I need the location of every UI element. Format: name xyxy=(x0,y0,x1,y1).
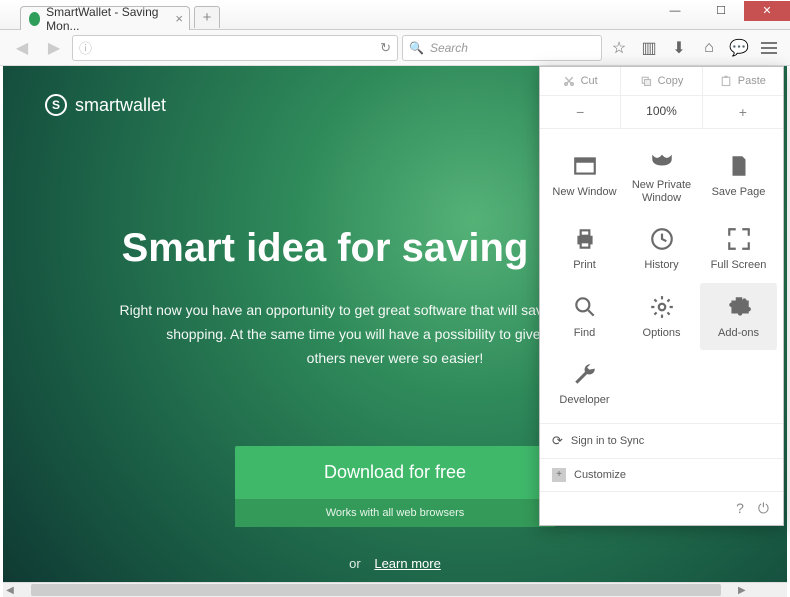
chat-icon[interactable]: 💬 xyxy=(726,35,752,61)
wrench-icon xyxy=(571,360,599,388)
gear-icon xyxy=(648,293,676,321)
addons-item[interactable]: Add-ons xyxy=(700,283,777,350)
customize-row[interactable]: + Customize xyxy=(540,458,783,491)
url-bar[interactable]: ⓘ ↻ xyxy=(72,35,398,61)
history-icon xyxy=(648,225,676,253)
zoom-out-button[interactable]: − xyxy=(540,96,621,128)
zoom-in-button[interactable]: + xyxy=(703,96,783,128)
find-item[interactable]: Find xyxy=(546,283,623,350)
reading-list-icon[interactable]: ▥ xyxy=(636,35,662,61)
puzzle-icon xyxy=(725,293,753,321)
fullscreen-item[interactable]: Full Screen xyxy=(700,215,777,282)
learn-more-link[interactable]: Learn more xyxy=(374,556,440,571)
site-logo: S smartwallet xyxy=(45,94,166,116)
search-bar[interactable]: 🔍 Search xyxy=(402,35,602,61)
paste-icon xyxy=(720,75,732,87)
save-page-item[interactable]: Save Page xyxy=(700,135,777,215)
print-item[interactable]: Print xyxy=(546,215,623,282)
menu-button[interactable] xyxy=(756,35,782,61)
menu-footer: ? ⏻ xyxy=(540,491,783,525)
scroll-thumb[interactable] xyxy=(31,584,721,596)
zoom-controls: − 100% + xyxy=(540,96,783,129)
window-minimize[interactable]: — xyxy=(652,1,698,21)
developer-item[interactable]: Developer xyxy=(546,350,623,417)
back-button[interactable]: ◀ xyxy=(8,34,36,62)
scroll-right-icon[interactable]: ▶ xyxy=(735,585,749,596)
tab-close-icon[interactable]: × xyxy=(175,11,183,26)
window-icon xyxy=(571,152,599,180)
cut-icon xyxy=(563,75,575,87)
edit-controls: Cut Copy Paste xyxy=(540,67,783,96)
horizontal-scrollbar[interactable]: ◀ ▶ xyxy=(3,582,787,597)
window-maximize[interactable]: ☐ xyxy=(698,1,744,21)
mask-icon xyxy=(648,145,676,173)
tab-favicon xyxy=(29,12,40,26)
browser-tab[interactable]: SmartWallet - Saving Mon... × xyxy=(20,6,190,30)
new-private-item[interactable]: New Private Window xyxy=(623,135,700,215)
copy-icon xyxy=(640,75,652,87)
fullscreen-icon xyxy=(725,225,753,253)
copy-button[interactable]: Copy xyxy=(621,67,702,95)
cut-button[interactable]: Cut xyxy=(540,67,621,95)
bookmark-star-icon[interactable]: ☆ xyxy=(606,35,632,61)
paste-button[interactable]: Paste xyxy=(703,67,783,95)
sign-in-sync[interactable]: ⟳ Sign in to Sync xyxy=(540,423,783,458)
window-close[interactable]: ✕ xyxy=(744,1,790,21)
cta-block: Download for free Works with all web bro… xyxy=(235,446,555,527)
print-icon xyxy=(571,225,599,253)
new-tab-button[interactable]: + xyxy=(194,6,220,28)
page-icon xyxy=(725,152,753,180)
home-icon[interactable]: ⌂ xyxy=(696,35,722,61)
power-icon[interactable]: ⏻ xyxy=(758,500,769,517)
tab-title: SmartWallet - Saving Mon... xyxy=(46,5,165,33)
logo-mark-icon: S xyxy=(45,94,67,116)
or-line: or Learn more xyxy=(3,556,787,571)
search-placeholder: Search xyxy=(430,41,468,55)
customize-icon: + xyxy=(552,468,566,482)
scroll-left-icon[interactable]: ◀ xyxy=(3,585,17,596)
download-note: Works with all web browsers xyxy=(235,499,555,527)
reload-icon[interactable]: ↻ xyxy=(380,40,391,56)
history-item[interactable]: History xyxy=(623,215,700,282)
sync-icon: ⟳ xyxy=(552,433,563,449)
app-menu-panel: Cut Copy Paste − 100% + New Window New P… xyxy=(539,66,784,526)
find-icon xyxy=(571,293,599,321)
search-icon: 🔍 xyxy=(409,41,424,55)
help-icon[interactable]: ? xyxy=(736,500,744,517)
options-item[interactable]: Options xyxy=(623,283,700,350)
identity-icon: ⓘ xyxy=(79,38,92,57)
menu-grid: New Window New Private Window Save Page … xyxy=(540,129,783,423)
download-button[interactable]: Download for free xyxy=(235,446,555,499)
zoom-level[interactable]: 100% xyxy=(621,96,702,128)
tab-strip: SmartWallet - Saving Mon... × + xyxy=(20,6,220,30)
navigation-toolbar: ◀ ▶ ⓘ ↻ 🔍 Search ☆ ▥ ⬇ ⌂ 💬 xyxy=(0,30,790,66)
brand-text: smartwallet xyxy=(75,95,166,116)
downloads-icon[interactable]: ⬇ xyxy=(666,35,692,61)
new-window-item[interactable]: New Window xyxy=(546,135,623,215)
or-text: or xyxy=(349,556,361,571)
forward-button: ▶ xyxy=(40,34,68,62)
